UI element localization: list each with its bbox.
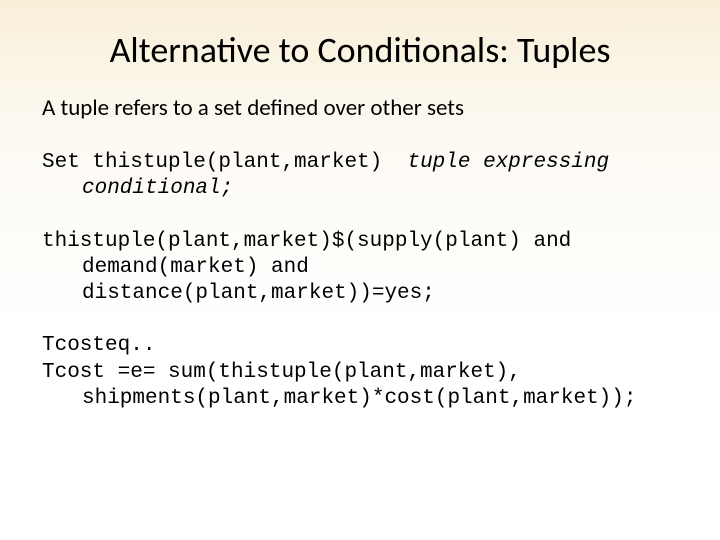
code-line: thistuple(plant,market)$(supply(plant) a… [42,230,571,253]
code-comment: tuple expressing [407,151,609,174]
code-line: distance(plant,market))=yes; [42,281,678,307]
code-comment: conditional; [42,176,678,202]
code-line: Set thistuple(plant,market) [42,151,407,174]
code-line: shipments(plant,market)*cost(plant,marke… [42,386,678,412]
slide-title: Alternative to Conditionals: Tuples [42,28,678,72]
code-line: demand(market) and [42,255,678,281]
code-line: Tcosteq.. [42,334,155,357]
code-block-2: thistuple(plant,market)$(supply(plant) a… [42,229,678,308]
slide-subtitle: A tuple refers to a set defined over oth… [42,94,678,122]
code-block-1: Set thistuple(plant,market) tuple expres… [42,150,678,203]
slide: Alternative to Conditionals: Tuples A tu… [0,0,720,540]
code-line: Tcost =e= sum(thistuple(plant,market), [42,361,521,384]
code-block-3: Tcosteq.. Tcost =e= sum(thistuple(plant,… [42,333,678,412]
